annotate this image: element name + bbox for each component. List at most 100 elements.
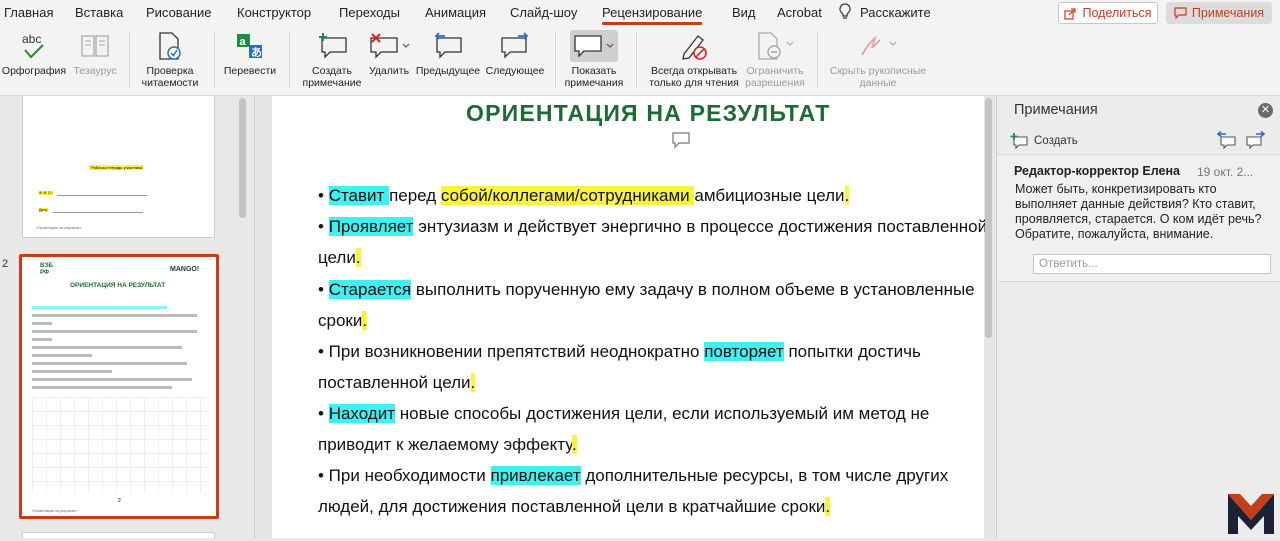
tab-transitions[interactable]: Переходы [339, 5, 400, 20]
lightbulb-icon [838, 3, 852, 26]
tab-home[interactable]: Главная [4, 5, 53, 20]
pen-block-icon [678, 26, 710, 66]
previous-comment-icon[interactable] [1216, 130, 1236, 154]
new-comment-link[interactable]: Создать [1010, 133, 1078, 149]
thumbnails-scrollbar[interactable] [239, 96, 247, 538]
thumb-line [32, 314, 197, 317]
bullet-line-4: • При возникновении препятствий неоднокр… [318, 342, 921, 361]
bullet-line-3-cont: сроки. [318, 311, 368, 330]
next-comment-button[interactable]: Следующее [484, 26, 546, 96]
slide-number: 2 [2, 258, 9, 270]
comment-author: Редактор-корректор Елена [1014, 164, 1180, 178]
slide2-page-number: 2 [118, 498, 121, 504]
comment-navigation [1216, 130, 1266, 154]
mango-logo: MANGO! [170, 266, 200, 273]
tab-insert[interactable]: Вставка [75, 5, 123, 20]
tell-me-search[interactable]: Расскажите [860, 5, 931, 20]
slide1-footer: «Ориентация на результат» [36, 226, 82, 230]
thumb-line [32, 338, 52, 341]
bullet-line-1: • Ставит перед собой/коллегами/сотрудник… [318, 186, 850, 205]
comments-panel-title: Примечания [1014, 102, 1098, 118]
slide1-line [57, 195, 147, 196]
restrict-permissions-button[interactable]: Ограничить разрешения [741, 26, 809, 96]
bullet-line-5-cont: приводит к желаемому эффекту. [318, 435, 577, 454]
ribbon-separator [214, 32, 215, 88]
accessibility-icon [156, 26, 184, 66]
hide-ink-button[interactable]: Скрыть рукописные данные [826, 26, 930, 96]
veb-logo: ВЭБ РФ [40, 263, 53, 276]
next-comment-icon [498, 26, 532, 66]
slide2-title: ОРИЕНТАЦИЯ НА РЕЗУЛЬТАТ [70, 282, 166, 289]
ribbon-separator [129, 32, 130, 88]
show-comments-button[interactable]: Показать примечания [560, 26, 628, 96]
bullet-line-6-cont: людей, для достижения поставленной цели … [318, 497, 831, 516]
share-label: Поделиться [1082, 6, 1152, 20]
new-comment-icon [316, 26, 348, 66]
new-comment-icon [1010, 133, 1028, 149]
thumb-line [32, 322, 52, 325]
m-logo-icon [1226, 490, 1276, 541]
comment-text-line: проявляется, старается. О ком идёт речь? [1015, 212, 1262, 226]
slide-title: ОРИЕНТАЦИЯ НА РЕЗУЛЬТАТ [466, 100, 831, 126]
comments-label: Примечания [1191, 6, 1265, 20]
next-comment-icon[interactable] [1246, 130, 1266, 154]
ribbon-separator [555, 32, 556, 88]
slide1-line [53, 212, 143, 213]
thumb-line [32, 354, 92, 357]
tab-draw[interactable]: Рисование [146, 5, 211, 20]
thumb-line [32, 346, 182, 349]
reply-input[interactable]: Ответить... [1033, 254, 1271, 274]
translate-icon: aあ [235, 26, 265, 66]
comment-icon [1174, 7, 1187, 19]
thumb-line [32, 386, 172, 389]
svg-text:あ: あ [251, 46, 262, 59]
slide1-field-date: Дата: [39, 208, 48, 212]
bullet-line-2-cont: цели. [318, 248, 361, 267]
tab-acrobat[interactable]: Acrobat [777, 5, 822, 20]
comment-date: 19 окт. 2... [1197, 165, 1254, 179]
comment-marker-icon[interactable] [671, 131, 691, 154]
share-button[interactable]: Поделиться [1058, 2, 1158, 24]
translate-button[interactable]: aあ Перевести [220, 26, 280, 96]
bullet-line-3: • Старается выполнить порученную ему зад… [318, 280, 975, 299]
tab-design[interactable]: Конструктор [237, 5, 311, 20]
slide1-field-name: Ф. И. О.: [39, 191, 53, 195]
spelling-button[interactable]: abc Орфография [2, 26, 66, 96]
comments-button[interactable]: Примечания [1166, 2, 1272, 24]
slide2-footer: «Ориентация на результат» [32, 509, 78, 513]
tab-review[interactable]: Рецензирование [602, 5, 703, 25]
slide-scrollbar[interactable] [985, 96, 993, 538]
slide-thumbnail-1[interactable]: Рабочая тетрадь участника Ф. И. О.: Дата… [22, 96, 215, 238]
comment-text-line: Обратите, пожалуйста, внимание. [1015, 227, 1214, 241]
tab-slideshow[interactable]: Слайд-шоу [510, 5, 577, 20]
thesaurus-button[interactable]: Тезаурус [68, 26, 122, 96]
accessibility-check-button[interactable]: Проверка читаемости [135, 26, 205, 96]
ribbon-separator [289, 32, 290, 88]
ribbon-separator [817, 32, 818, 88]
slide-thumbnail-3[interactable] [22, 532, 215, 538]
delete-comment-icon [367, 26, 411, 66]
svg-text:abc: abc [22, 32, 41, 46]
bullet-line-4-cont: поставленной цели. [318, 373, 476, 392]
tab-view[interactable]: Вид [732, 5, 756, 20]
bullet-line-5: • Находит новые способы достижения цели,… [318, 404, 930, 423]
tab-animations[interactable]: Анимация [425, 5, 486, 20]
restrict-icon [753, 26, 797, 66]
thumb-line [32, 306, 167, 309]
thumb-grid [32, 397, 207, 493]
ribbon-review: abc Орфография Тезаурус Проверка читаемо… [0, 26, 1280, 96]
new-comment-label: Создать [1034, 135, 1078, 147]
always-open-read-only-button[interactable]: Всегда открывать только для чтения [645, 26, 743, 96]
previous-comment-button[interactable]: Предыдущее [413, 26, 483, 96]
bullet-line-2: • Проявляет энтузиазм и действует энерги… [318, 217, 988, 236]
spelling-icon: abc [19, 26, 49, 66]
close-icon[interactable]: ✕ [1258, 103, 1273, 118]
svg-text:a: a [240, 36, 247, 48]
bullet-line-6: • При необходимости привлекает дополните… [318, 466, 949, 485]
slide-thumbnail-2-selected[interactable]: ВЭБ РФ MANGO! ОРИЕНТАЦИЯ НА РЕЗУЛЬТАТ 2 … [19, 254, 219, 519]
panel-divider [998, 154, 1280, 155]
delete-comment-button[interactable]: Удалить [364, 26, 414, 96]
menu-bar: Главная Вставка Рисование Конструктор Пе… [0, 0, 1280, 26]
thumb-line [32, 378, 192, 381]
new-comment-button[interactable]: Создать примечание [298, 26, 366, 96]
